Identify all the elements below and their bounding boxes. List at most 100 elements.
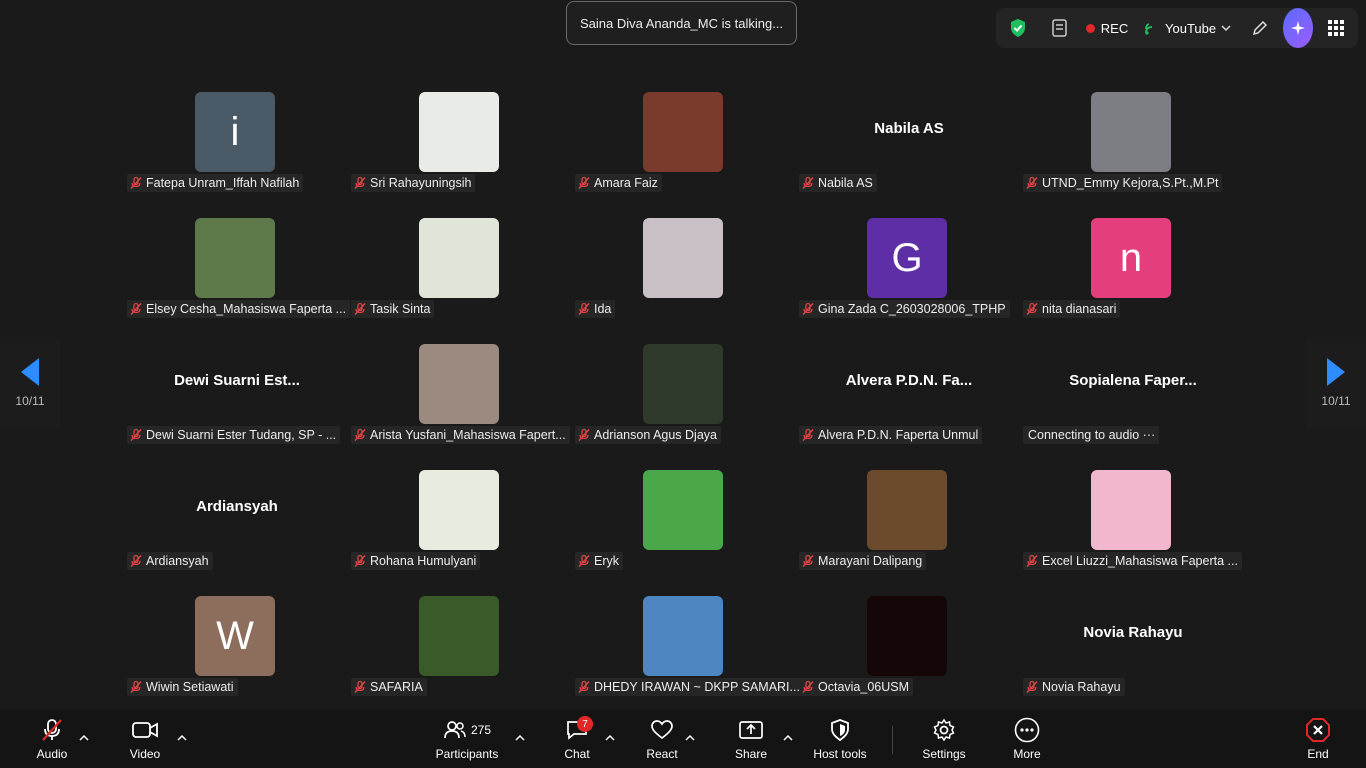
participant-tile[interactable]: Sri Rahayuningsih [349, 92, 573, 218]
share-options-caret-icon[interactable] [782, 732, 794, 742]
participant-name-bar: Arista Yusfani_Mahasiswa Fapert... [351, 426, 570, 444]
participant-tile[interactable]: n nita dianasari [1021, 218, 1245, 344]
participants-button[interactable]: 275 Participants [432, 710, 502, 768]
participant-tile[interactable]: i Fatepa Unram_Iffah Nafilah [125, 92, 349, 218]
participant-name-bar: DHEDY IRAWAN ~ DKPP SAMARI... [575, 678, 804, 696]
participant-name: Rohana Humulyani [370, 554, 477, 568]
participant-name: Nabila AS [818, 176, 873, 190]
page-indicator-left: 10/11 [15, 394, 45, 408]
participant-video-thumbnail [643, 344, 723, 424]
audio-options-caret-icon[interactable] [78, 732, 90, 742]
video-gallery: Saina Diva Ananda_MC is talking... REC Y… [0, 0, 1366, 710]
participant-avatar-initial: G [867, 218, 947, 298]
participant-name: UTND_Emmy Kejora,S.Pt.,M.Pt [1042, 176, 1219, 190]
apps-grid-icon[interactable] [1323, 8, 1349, 48]
next-page-button[interactable]: 10/11 [1306, 338, 1366, 428]
video-button[interactable]: Video [124, 710, 166, 768]
participants-options-caret-icon[interactable] [514, 732, 526, 742]
participant-name: Excel Liuzzi_Mahasiswa Faperta ... [1042, 554, 1238, 568]
participant-avatar-initial: n [1091, 218, 1171, 298]
participant-name: Alvera P.D.N. Faperta Unmul [818, 428, 979, 442]
participant-tile[interactable]: DHEDY IRAWAN ~ DKPP SAMARI... [573, 596, 804, 722]
stream-label: YouTube [1165, 20, 1217, 36]
video-options-caret-icon[interactable] [176, 732, 188, 742]
participant-tile[interactable]: Ardiansyah Ardiansyah [125, 470, 349, 596]
participant-name: Fatepa Unram_Iffah Nafilah [146, 176, 300, 190]
participant-name-bar: Connecting to audio ··· [1023, 426, 1160, 444]
end-meeting-button[interactable]: End [1300, 710, 1336, 768]
livestream-menu[interactable]: YouTube [1144, 8, 1231, 48]
participant-tile[interactable]: Octavia_06USM [797, 596, 1021, 722]
audio-button[interactable]: Audio [30, 710, 74, 768]
notes-icon[interactable] [1046, 8, 1074, 48]
host-shield-icon [830, 717, 850, 743]
talking-banner: Saina Diva Ananda_MC is talking... [566, 1, 797, 45]
previous-page-button[interactable]: 10/11 [0, 338, 60, 428]
participant-name-bar: Rohana Humulyani [351, 552, 481, 570]
participant-display-name: Sopialena Faper... [1069, 372, 1197, 389]
participant-tile[interactable]: Ida [573, 218, 797, 344]
participant-name: Arista Yusfani_Mahasiswa Fapert... [370, 428, 566, 442]
participant-name: Elsey Cesha_Mahasiswa Faperta ... [146, 302, 347, 316]
participant-video-thumbnail [643, 218, 723, 298]
participant-tile[interactable]: Tasik Sinta [349, 218, 573, 344]
muted-mic-icon [799, 174, 817, 192]
participant-name-bar: Wiwin Setiawati [127, 678, 238, 696]
chat-button[interactable]: 7 Chat [560, 710, 594, 768]
participant-name: Marayani Dalipang [818, 554, 923, 568]
participant-tile[interactable]: Nabila AS Nabila AS [797, 92, 1021, 218]
recording-indicator[interactable]: REC [1084, 8, 1130, 48]
participant-tile[interactable]: Alvera P.D.N. Fa... Alvera P.D.N. Faperta… [797, 344, 1021, 470]
host-tools-button[interactable]: Host tools [810, 710, 870, 768]
participant-name-bar: Ida [575, 300, 616, 318]
share-button[interactable]: Share [734, 710, 768, 768]
participant-tile[interactable]: Adrianson Agus Djaya [573, 344, 797, 470]
avatar-letter: n [1119, 235, 1143, 280]
participant-tile[interactable]: Dewi Suarni Est... Dewi Suarni Ester Tuda… [125, 344, 349, 470]
top-status-bar: REC YouTube [996, 8, 1358, 48]
react-button[interactable]: React [644, 710, 680, 768]
participant-name-bar: Adrianson Agus Djaya [575, 426, 721, 444]
arrow-right-icon [1327, 358, 1345, 386]
muted-mic-icon [351, 552, 369, 570]
ai-companion-icon[interactable] [1283, 8, 1314, 48]
chat-options-caret-icon[interactable] [604, 732, 616, 742]
participant-name-bar: Fatepa Unram_Iffah Nafilah [127, 174, 304, 192]
participant-tile[interactable]: Elsey Cesha_Mahasiswa Faperta ... [125, 218, 351, 344]
participant-tile[interactable]: Excel Liuzzi_Mahasiswa Faperta ... [1021, 470, 1245, 596]
participant-tile[interactable]: G Gina Zada C_2603028006_TPHP [797, 218, 1021, 344]
participant-tile[interactable]: Sopialena Faper... Connecting to audio ··… [1021, 344, 1245, 470]
participants-count: 275 [470, 723, 492, 737]
participant-name: Ardiansyah [146, 554, 209, 568]
participant-tile[interactable]: SAFARIA [349, 596, 573, 722]
participant-name: Connecting to audio ··· [1028, 428, 1156, 442]
toolbar-divider [892, 726, 893, 754]
participant-tile[interactable]: W Wiwin Setiawati [125, 596, 349, 722]
participant-name: Novia Rahayu [1042, 680, 1121, 694]
participant-name-bar: nita dianasari [1023, 300, 1121, 318]
react-label: React [646, 747, 678, 761]
participant-name-bar: Nabila AS [799, 174, 877, 192]
annotate-pen-icon[interactable] [1247, 8, 1273, 48]
participants-icon-group: 275 [443, 717, 491, 743]
muted-mic-icon [1023, 300, 1041, 318]
react-options-caret-icon[interactable] [684, 732, 696, 742]
participant-name-bar: Octavia_06USM [799, 678, 914, 696]
avatar-letter: W [216, 613, 254, 658]
participant-name: Wiwin Setiawati [146, 680, 234, 694]
participant-tile[interactable]: UTND_Emmy Kejora,S.Pt.,M.Pt [1021, 92, 1245, 218]
participant-tile[interactable]: Rohana Humulyani [349, 470, 573, 596]
participant-tile[interactable]: Novia Rahayu Novia Rahayu [1021, 596, 1245, 722]
security-shield-icon[interactable] [1004, 8, 1032, 48]
participant-video-thumbnail [643, 470, 723, 550]
muted-mic-icon [575, 300, 593, 318]
muted-mic-icon [1023, 174, 1041, 192]
muted-mic-icon [351, 426, 369, 444]
participant-tile[interactable]: Arista Yusfani_Mahasiswa Fapert... [349, 344, 573, 470]
more-button[interactable]: More [1008, 710, 1046, 768]
participant-tile[interactable]: Eryk [573, 470, 797, 596]
participant-tile[interactable]: Marayani Dalipang [797, 470, 1021, 596]
participant-video-thumbnail [419, 596, 499, 676]
participant-tile[interactable]: Amara Faiz [573, 92, 797, 218]
settings-button[interactable]: Settings [920, 710, 968, 768]
